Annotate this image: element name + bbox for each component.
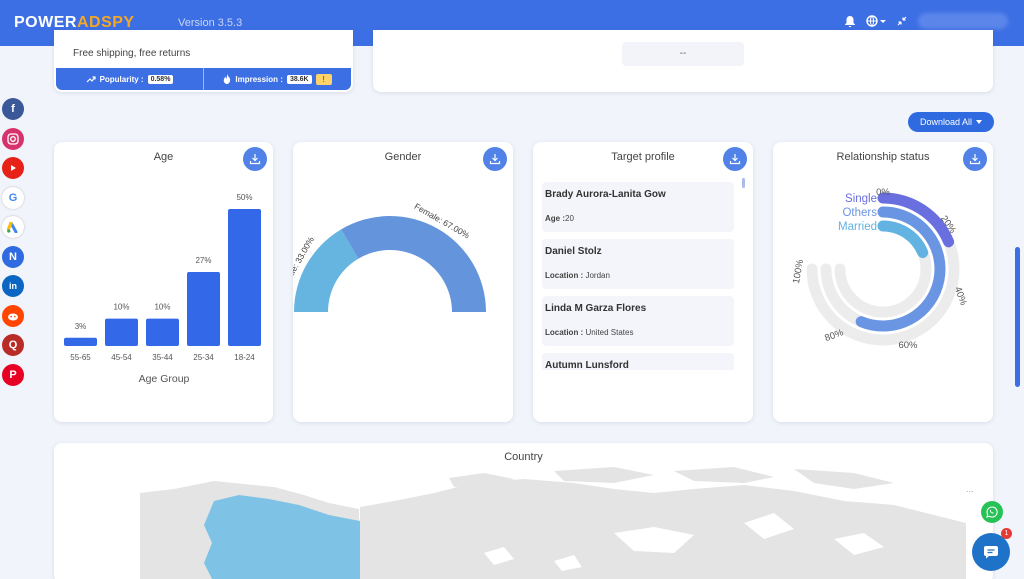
linkedin-icon[interactable]: in bbox=[2, 275, 24, 297]
age-tick-label: 35-44 bbox=[152, 353, 173, 362]
age-tick-label: 18-24 bbox=[234, 353, 255, 362]
age-tick-label: 45-54 bbox=[111, 353, 132, 362]
relationship-series-label: Single bbox=[845, 193, 877, 205]
age-bar[interactable] bbox=[228, 209, 261, 346]
list-item[interactable]: Daniel Stolz Location : Jordan bbox=[542, 239, 734, 289]
warning-icon[interactable]: ! bbox=[315, 73, 332, 85]
bell-icon[interactable] bbox=[844, 15, 856, 28]
age-bar[interactable] bbox=[105, 318, 138, 346]
country-map[interactable] bbox=[54, 443, 993, 579]
age-bar-label: 27% bbox=[195, 256, 211, 265]
google-icon[interactable]: G bbox=[2, 186, 24, 209]
google-ads-icon[interactable] bbox=[2, 216, 24, 238]
impression-stat: Impression : 38.6K ! bbox=[203, 68, 351, 90]
target-list-viewport[interactable]: Brady Aurora-Lanita Gow Age :20 Daniel S… bbox=[533, 142, 753, 370]
age-bar[interactable] bbox=[64, 337, 97, 346]
gender-panel: Gender Male: 33.00% Female: 67.00% bbox=[293, 142, 513, 422]
caret-down-icon bbox=[976, 120, 983, 124]
flame-icon bbox=[224, 74, 231, 84]
info-value: -- bbox=[622, 42, 744, 66]
age-tick-label: 25-34 bbox=[193, 353, 214, 362]
age-bar-label: 3% bbox=[75, 322, 87, 331]
relationship-panel: Relationship status Single Others Married 0… bbox=[773, 142, 993, 422]
target-profile-panel: Target profile Brady Aurora-Lanita Gow A… bbox=[533, 142, 753, 422]
age-bar[interactable] bbox=[146, 318, 179, 346]
platform-sidebar: f G N in Q P bbox=[0, 98, 26, 393]
list-item[interactable]: Autumn Lunsford bbox=[542, 353, 734, 370]
relationship-series-label: Married bbox=[838, 221, 877, 233]
native-icon[interactable]: N bbox=[2, 245, 24, 268]
info-card: -- bbox=[373, 30, 993, 92]
relationship-tick-label: 60% bbox=[898, 340, 918, 351]
gender-chart: Male: 33.00%Female: 67.00% bbox=[293, 201, 486, 312]
age-x-axis-label: Age Group bbox=[139, 373, 190, 385]
page-scrollbar[interactable] bbox=[1015, 247, 1020, 387]
chat-notification-badge: 1 bbox=[1001, 528, 1012, 539]
target-list-scrollbar[interactable] bbox=[742, 178, 745, 188]
age-bar-label: 10% bbox=[113, 303, 129, 312]
pinterest-icon[interactable]: P bbox=[2, 363, 24, 386]
age-bar-label: 50% bbox=[236, 193, 252, 202]
collapse-icon[interactable] bbox=[896, 15, 908, 27]
age-panel: Age 3% 55-65 10% 45-54 10% 35-44 27% 25-34 50% 18… bbox=[54, 142, 273, 422]
impression-value: 38.6K bbox=[286, 74, 312, 84]
quora-icon[interactable]: Q bbox=[2, 334, 24, 356]
popularity-value: 0.58% bbox=[147, 74, 174, 84]
product-stats: Popularity : 0.58% Impression : 38.6K ! bbox=[56, 68, 351, 90]
trend-icon bbox=[86, 76, 96, 83]
relationship-series-label: Others bbox=[842, 207, 877, 219]
age-bar-label: 10% bbox=[154, 303, 170, 312]
whatsapp-icon[interactable] bbox=[981, 501, 1003, 523]
list-item[interactable]: Linda M Garza Flores Location : United S… bbox=[542, 296, 734, 346]
age-chart: 3% 55-65 10% 45-54 10% 35-44 27% 25-34 50% 18-24 A… bbox=[64, 193, 261, 385]
top-actions bbox=[844, 13, 1008, 29]
product-description: Free shipping, free returns bbox=[73, 48, 191, 59]
language-globe-icon[interactable] bbox=[866, 15, 886, 27]
target-list: Brady Aurora-Lanita Gow Age :20 Daniel S… bbox=[542, 182, 734, 370]
age-bar[interactable] bbox=[187, 272, 220, 346]
download-all-button[interactable]: Download All bbox=[908, 112, 994, 132]
product-card: Free shipping, free returns Popularity :… bbox=[54, 30, 353, 92]
relationship-tick-label: 0% bbox=[876, 187, 890, 198]
youtube-icon[interactable] bbox=[2, 157, 24, 179]
facebook-icon[interactable]: f bbox=[2, 98, 24, 120]
age-tick-label: 55-65 bbox=[70, 353, 91, 362]
relationship-tick-label: 100% bbox=[791, 258, 806, 284]
relationship-chart: SingleOthersMarried0%20%40%60%80%100% bbox=[791, 187, 969, 351]
user-account[interactable] bbox=[918, 13, 1008, 29]
version-label: Version 3.5.3 bbox=[178, 17, 243, 29]
popularity-stat: Popularity : 0.58% bbox=[56, 68, 203, 90]
country-panel: Country ... bbox=[54, 443, 993, 579]
reddit-icon[interactable] bbox=[2, 304, 24, 327]
instagram-icon[interactable] bbox=[2, 127, 24, 150]
chat-icon bbox=[984, 546, 998, 559]
list-item[interactable]: Brady Aurora-Lanita Gow Age :20 bbox=[542, 182, 734, 232]
